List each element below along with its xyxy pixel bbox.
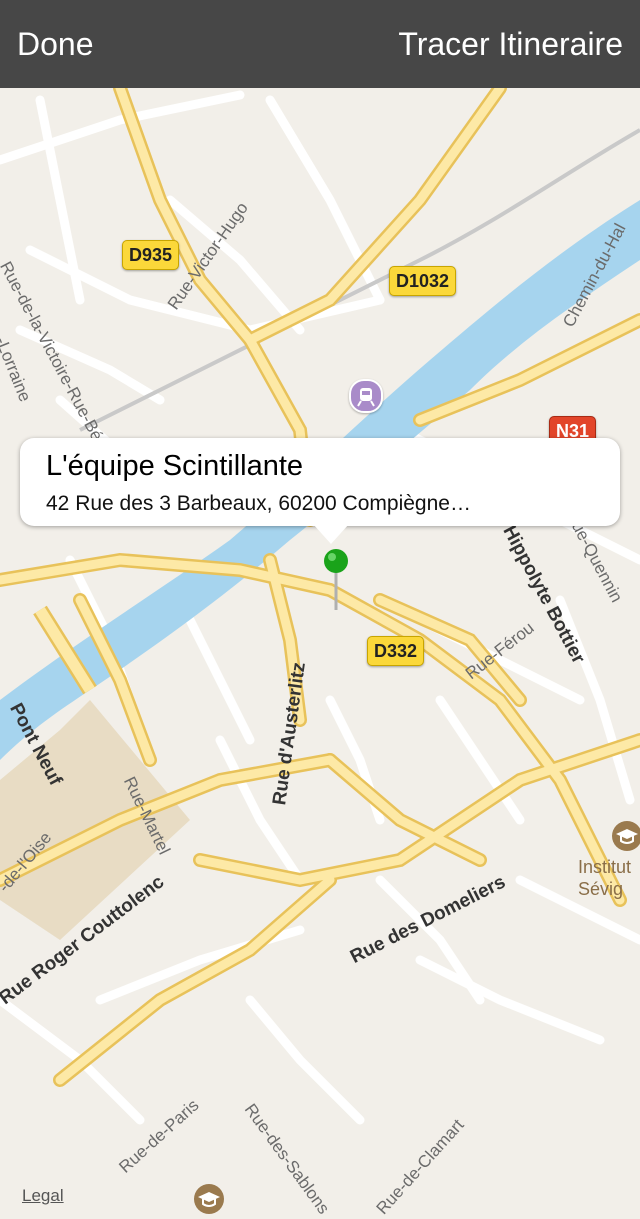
road-shield-d935: D935	[122, 240, 180, 270]
poi-label-institut: Institut Sévig	[578, 856, 640, 900]
road-shield-d1032: D1032	[389, 266, 457, 296]
callout-address: 42 Rue des 3 Barbeaux, 60200 Compiègne…	[46, 492, 471, 515]
poi-label-line2: Sévig	[578, 879, 624, 899]
done-button[interactable]: Done	[17, 0, 94, 88]
route-button[interactable]: Tracer Itineraire	[398, 0, 623, 88]
map-view[interactable]: Institut Sévig D935 D1032 N31 D332 Rue-V…	[0, 88, 640, 1218]
callout-title: L'équipe Scintillante	[46, 450, 304, 482]
school-icon[interactable]	[612, 821, 640, 851]
train-station-icon[interactable]	[349, 379, 383, 413]
callout-tail	[313, 524, 349, 544]
school-icon[interactable]	[194, 1184, 224, 1214]
pin-icon[interactable]	[322, 548, 352, 618]
navigation-bar: Done Tracer Itineraire	[0, 0, 640, 88]
location-callout[interactable]: L'équipe Scintillante 42 Rue des 3 Barbe…	[20, 438, 620, 526]
road-shield-d332: D332	[367, 636, 425, 666]
poi-label-line1: Institut	[578, 857, 632, 877]
legal-link[interactable]: Legal	[22, 1186, 64, 1206]
